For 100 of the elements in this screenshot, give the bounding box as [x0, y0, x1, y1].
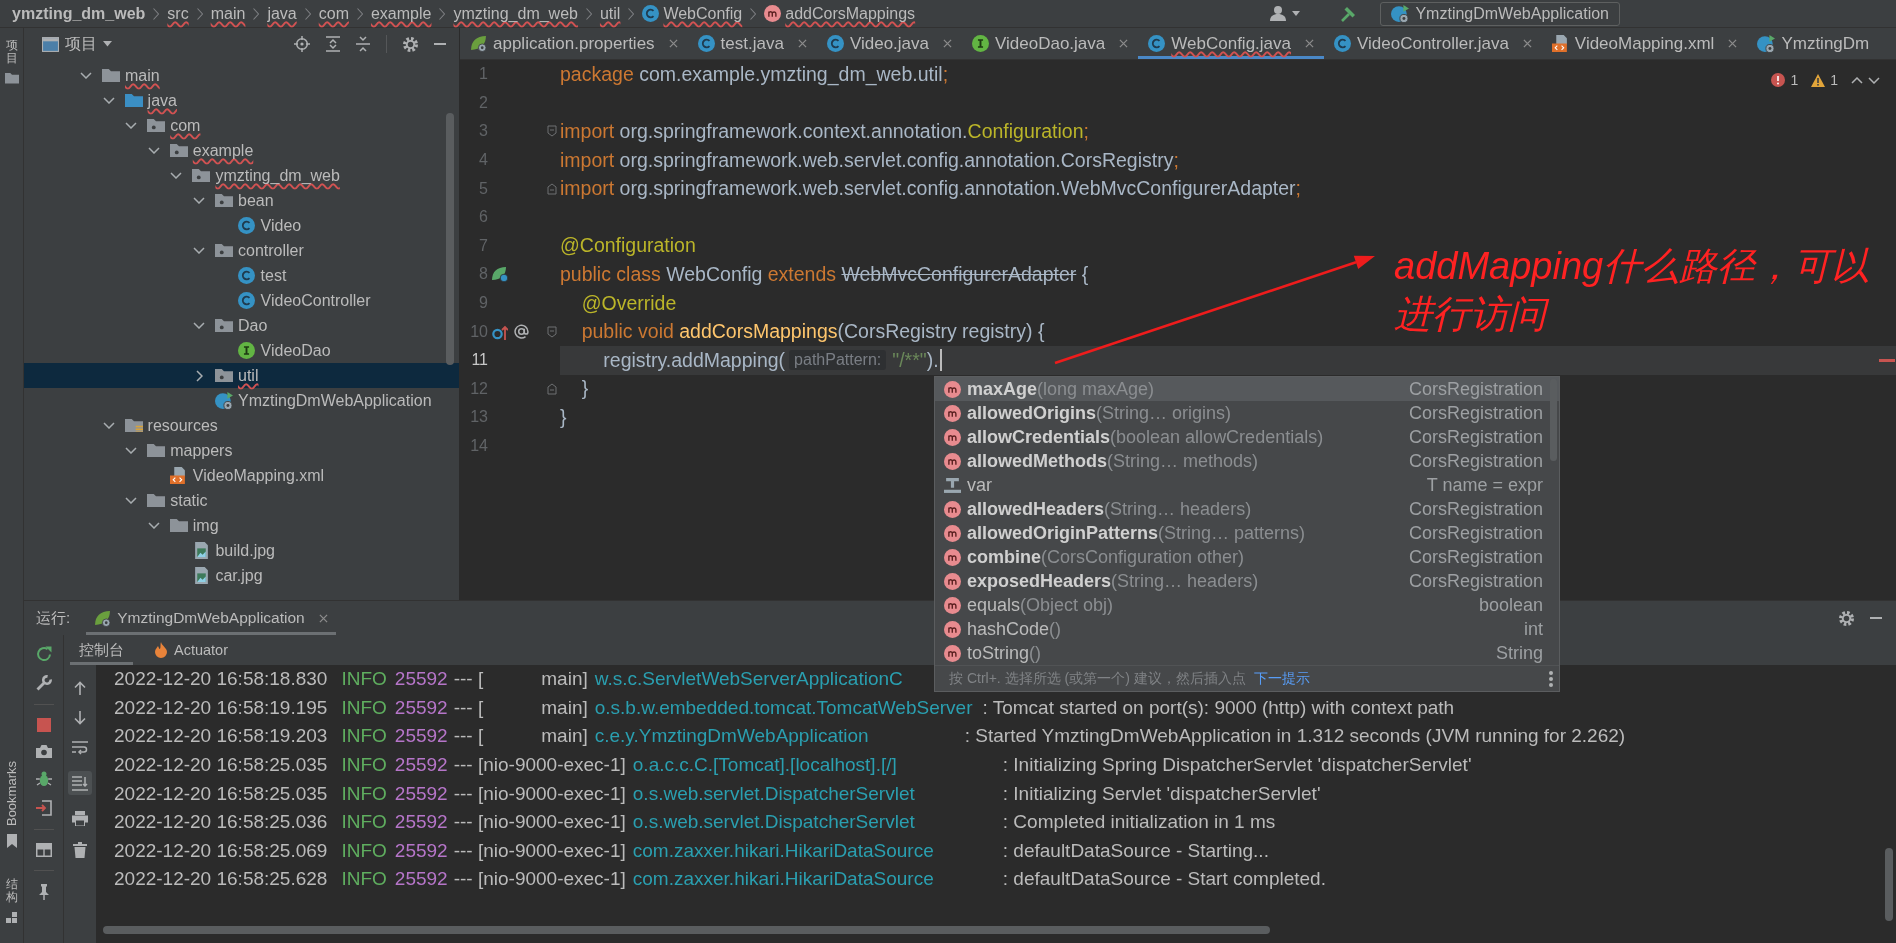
printer-icon[interactable] — [72, 811, 88, 826]
leaf-icon[interactable] — [492, 266, 508, 283]
fold-icon[interactable] — [547, 325, 557, 338]
completion-item[interactable]: allowedMethods(String… methods) CorsRegistration — [935, 449, 1559, 473]
tree-item[interactable]: test — [24, 263, 459, 288]
panel-tab[interactable]: Actuator — [145, 635, 237, 665]
camera-icon[interactable] — [35, 745, 52, 758]
close-icon[interactable] — [318, 613, 328, 623]
completion-item[interactable]: allowedOrigins(String… origins) CorsRegistration — [935, 401, 1559, 425]
chevron-down-icon[interactable] — [102, 97, 115, 104]
close-icon[interactable] — [1119, 39, 1129, 48]
close-icon[interactable] — [1305, 39, 1314, 48]
chevron-down-icon[interactable] — [193, 197, 205, 204]
tree-item[interactable]: VideoController — [24, 288, 459, 313]
tree-item[interactable]: Dao — [24, 313, 459, 338]
breadcrumb-item[interactable]: ymzting_dm_web — [12, 4, 146, 23]
more-icon[interactable] — [1549, 670, 1553, 687]
close-icon[interactable] — [1728, 39, 1738, 48]
breadcrumb-item[interactable]: example — [370, 4, 432, 23]
fold-end-icon[interactable] — [547, 182, 557, 195]
chevron-down-icon[interactable] — [147, 522, 160, 529]
tree-item[interactable]: YmztingDmWebApplication — [24, 388, 459, 413]
trash-icon[interactable] — [73, 842, 87, 858]
soft-wrap-icon[interactable] — [72, 741, 88, 755]
settings-icon[interactable] — [1839, 610, 1854, 626]
fold-end-icon[interactable] — [547, 382, 557, 395]
expand-all-icon[interactable] — [326, 36, 340, 52]
hammer-icon[interactable] — [1340, 5, 1357, 22]
tree-item[interactable]: controller — [24, 238, 459, 263]
completion-item[interactable]: equals(Object obj) boolean — [935, 593, 1559, 617]
bug-icon[interactable] — [35, 771, 52, 787]
completion-item[interactable]: allowedHeaders(String… headers) CorsRegistration — [935, 497, 1559, 521]
arrow-up-icon[interactable] — [74, 681, 86, 695]
warning-count[interactable]: 1 — [1830, 72, 1838, 88]
next-tip-link[interactable]: 下一提示 — [1253, 669, 1310, 688]
breadcrumb-item[interactable]: main — [210, 4, 246, 23]
chevron-down-icon[interactable] — [170, 172, 183, 179]
tree-item[interactable]: main — [24, 63, 459, 88]
user-icon[interactable] — [1270, 6, 1287, 21]
breadcrumb-item[interactable]: WebConfig — [663, 4, 743, 23]
editor-tab[interactable]: WebConfig.java — [1138, 28, 1324, 59]
chevron-down-icon[interactable] — [102, 422, 115, 429]
completion-item[interactable]: exposedHeaders(String… headers) CorsRegistration — [935, 569, 1559, 593]
chevron-down-icon[interactable] — [125, 122, 138, 129]
scroll-to-end-icon[interactable] — [68, 771, 92, 795]
chevron-down-icon[interactable] — [80, 72, 92, 79]
settings-icon[interactable] — [403, 36, 418, 52]
tree-item[interactable]: img — [24, 513, 459, 538]
layout-icon[interactable] — [35, 843, 52, 857]
tree-item[interactable]: resources — [24, 413, 459, 438]
tree-item[interactable]: car.jpg — [24, 563, 459, 588]
close-icon[interactable] — [797, 39, 807, 48]
close-icon[interactable] — [1522, 39, 1532, 48]
chevron-down-icon[interactable] — [125, 447, 138, 454]
stop-icon[interactable] — [36, 718, 51, 732]
editor-tab[interactable]: YmztingDm — [1747, 28, 1880, 59]
error-count[interactable]: 1 — [1790, 72, 1799, 88]
editor-tab[interactable]: test.java — [687, 28, 817, 59]
editor-tab[interactable]: VideoController.java — [1324, 28, 1542, 59]
chevron-down-icon[interactable] — [193, 322, 205, 329]
completion-item[interactable]: var T name = expr — [935, 473, 1559, 497]
scrollbar[interactable] — [1885, 848, 1893, 921]
tool-window-tab[interactable]: 项目 — [5, 39, 18, 66]
chevron-down-icon[interactable] — [125, 497, 138, 504]
tree-item[interactable]: VideoDao — [24, 338, 459, 363]
at-sign-icon[interactable] — [514, 324, 529, 340]
chevron-down-icon[interactable] — [147, 147, 160, 154]
breadcrumb-item[interactable]: util — [599, 4, 621, 23]
editor-tab[interactable]: Video.java — [816, 28, 962, 59]
exit-icon[interactable] — [35, 800, 52, 816]
completion-item[interactable]: allowCredentials(boolean allowCredentials) CorsRegistration — [935, 425, 1559, 449]
crosshair-icon[interactable] — [294, 36, 310, 52]
editor-tab[interactable]: VideoMapping.xml — [1541, 28, 1748, 59]
fold-icon[interactable] — [547, 125, 557, 138]
wrench-icon[interactable] — [35, 675, 52, 691]
tree-item[interactable]: ymzting_dm_web — [24, 163, 459, 188]
breadcrumb-item[interactable]: ymzting_dm_web — [453, 4, 578, 23]
tree-item[interactable]: static — [24, 488, 459, 513]
completion-item[interactable]: hashCode() int — [935, 617, 1559, 641]
run-configuration-dropdown[interactable]: YmztingDmWebApplication — [1380, 1, 1620, 26]
completion-item[interactable]: toString() String — [935, 641, 1559, 665]
chevron-down-icon[interactable] — [1868, 76, 1880, 84]
chevron-up-icon[interactable] — [1851, 76, 1863, 84]
scrollbar[interactable] — [103, 926, 1270, 934]
tree-item[interactable]: util — [24, 363, 459, 388]
breadcrumb-item[interactable]: com — [318, 4, 349, 23]
bookmark-icon[interactable] — [6, 833, 17, 848]
breadcrumb-item[interactable]: addCorsMappings — [785, 4, 916, 23]
breadcrumb-item[interactable]: src — [167, 4, 189, 23]
tree-item[interactable]: build.jpg — [24, 538, 459, 563]
editor-tab[interactable]: VideoDao.java — [962, 28, 1139, 59]
run-tab[interactable]: YmztingDmWebApplication — [86, 601, 336, 635]
tree-item[interactable]: bean — [24, 188, 459, 213]
close-icon[interactable] — [943, 39, 952, 48]
tree-item[interactable]: Video — [24, 213, 459, 238]
chevron-down-icon[interactable] — [193, 247, 205, 254]
caret-down-icon[interactable] — [103, 41, 112, 47]
completion-item[interactable]: combine(CorsConfiguration other) CorsRegistration — [935, 545, 1559, 569]
tree-item[interactable]: com — [24, 113, 459, 138]
tool-window-tab[interactable]: 结构 — [5, 877, 18, 904]
